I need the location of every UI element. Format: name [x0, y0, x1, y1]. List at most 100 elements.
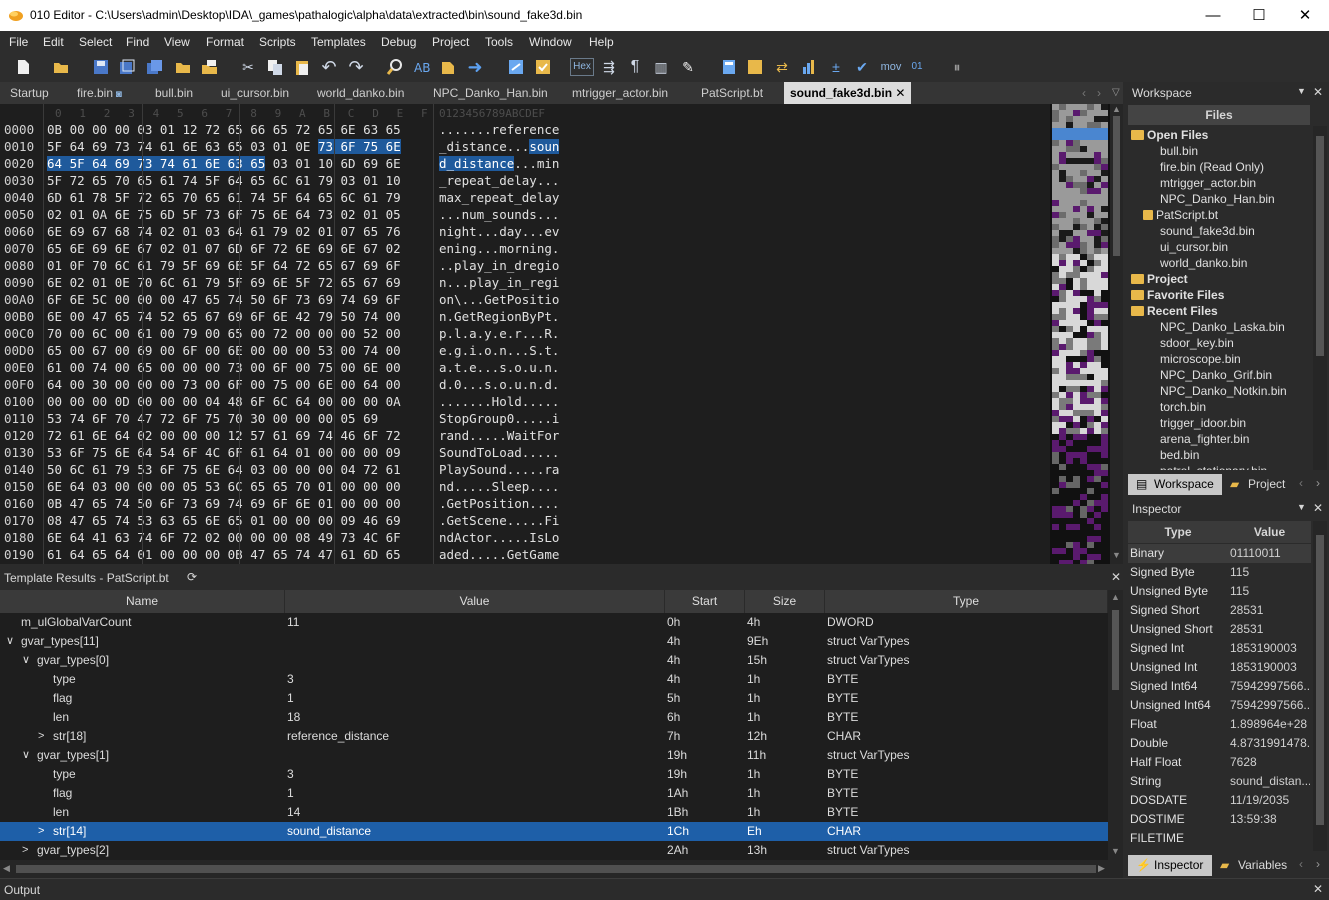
tab-variables[interactable]: ▰ Variables: [1212, 855, 1298, 876]
tree-file[interactable]: trigger_idoor.bin: [1160, 416, 1246, 430]
compare-icon[interactable]: [507, 58, 525, 76]
cut-icon[interactable]: ✂: [239, 58, 257, 76]
inspector-row[interactable]: Signed Int64 75942997566...: [1128, 677, 1311, 696]
column-start[interactable]: Start: [665, 590, 745, 613]
inspector-row[interactable]: Signed Int 1853190003: [1128, 639, 1311, 658]
expand-arrow-icon[interactable]: ∨: [6, 632, 14, 651]
menu-window[interactable]: Window: [529, 35, 572, 49]
scroll-left-icon[interactable]: ◀: [3, 863, 10, 874]
copy-icon[interactable]: [266, 58, 284, 76]
ascii-text[interactable]: max_repeat_delay: [439, 190, 559, 205]
scroll-thumb[interactable]: [1112, 610, 1119, 690]
close-tab-icon[interactable]: ✕: [895, 86, 905, 100]
menu-select[interactable]: Select: [79, 35, 112, 49]
expand-arrow-icon[interactable]: ∨: [22, 746, 30, 765]
ascii-text[interactable]: a.t.e...s.o.u.n.: [439, 360, 559, 375]
column-size[interactable]: Size: [745, 590, 825, 613]
expand-arrow-icon[interactable]: >: [38, 822, 44, 841]
menu-format[interactable]: Format: [206, 35, 244, 49]
highlight-icon[interactable]: ✎: [679, 58, 697, 76]
hex-bytes[interactable]: 6E 69 67 68 74 02 01 03 64 61 79 02 01 0…: [47, 224, 401, 239]
ascii-text[interactable]: nd.....Sleep....: [439, 479, 559, 494]
tree-file[interactable]: NPC_Danko_Han.bin: [1160, 192, 1275, 206]
scroll-up-icon[interactable]: ▲: [1112, 104, 1121, 114]
show-whitespace-icon[interactable]: ¶: [626, 58, 644, 76]
save-all-icon[interactable]: [146, 58, 164, 76]
hex-bytes[interactable]: 61 00 74 00 65 00 00 00 73 00 6F 00 75 0…: [47, 360, 401, 375]
column-value[interactable]: Value: [285, 590, 665, 613]
hex-bytes[interactable]: 53 74 6F 70 47 72 6F 75 70 30 00 00 00 0…: [47, 411, 378, 426]
tree-file[interactable]: ui_cursor.bin: [1160, 240, 1228, 254]
run-template-icon[interactable]: ✔: [853, 58, 871, 76]
inspector-col-value[interactable]: Value: [1228, 525, 1311, 539]
maximize-button[interactable]: ☐: [1236, 0, 1282, 31]
inspector-row[interactable]: Binary 01110011: [1128, 544, 1311, 563]
ascii-text[interactable]: StopGroup0.....i: [439, 411, 559, 426]
results-hscrollbar[interactable]: ◀ ▶: [0, 860, 1123, 878]
tabs-right-icon[interactable]: ›: [1316, 476, 1320, 490]
tree-file[interactable]: patrol_stationary.bin: [1160, 464, 1267, 470]
close-panel-icon[interactable]: ✕: [1111, 570, 1121, 584]
scroll-down-icon[interactable]: ▼: [1111, 846, 1120, 856]
open-project-icon[interactable]: [174, 58, 192, 76]
hex-bytes[interactable]: 6E 64 41 63 74 6F 72 02 00 00 00 08 49 7…: [47, 530, 401, 545]
tab-sound-fake3d[interactable]: sound_fake3d.bin ✕: [784, 82, 912, 104]
tabs-right-icon[interactable]: ›: [1316, 857, 1320, 871]
inspector-menu-icon[interactable]: ▼: [1297, 502, 1306, 512]
ascii-text[interactable]: ...num_sounds...: [439, 207, 559, 222]
hex-bytes[interactable]: 64 00 30 00 00 00 73 00 6F 00 75 00 6E 0…: [47, 377, 401, 392]
columns-icon[interactable]: ▥: [652, 58, 670, 76]
inspector-col-type[interactable]: Type: [1128, 525, 1228, 539]
hex-editor[interactable]: 0 1 2 3 4 5 6 7 8 9 A B C D E F 0123456789ABCDEF 0000 0B …: [0, 104, 1050, 564]
menu-view[interactable]: View: [164, 35, 190, 49]
ascii-text[interactable]: aded.....GetGame: [439, 547, 559, 562]
arithmetic-icon[interactable]: ±: [827, 58, 845, 76]
menu-templates[interactable]: Templates: [311, 35, 366, 49]
scroll-thumb[interactable]: [1113, 116, 1120, 256]
tabs-left-icon[interactable]: ‹: [1299, 476, 1303, 490]
close-workspace-icon[interactable]: ✕: [1313, 85, 1323, 99]
files-scrollbar[interactable]: [1313, 126, 1327, 470]
tab-bull[interactable]: bull.bin: [155, 82, 193, 104]
tab-world-danko[interactable]: world_danko.bin: [317, 82, 404, 104]
ascii-text[interactable]: night...day...ev: [439, 224, 559, 239]
tree-group[interactable]: Recent Files: [1131, 304, 1218, 318]
tree-group[interactable]: Open Files: [1131, 128, 1208, 142]
tree-file[interactable]: bed.bin: [1160, 448, 1199, 462]
template-row[interactable]: ∨ gvar_types[1] 19h 11h struct VarTypes: [0, 746, 1108, 765]
close-output-icon[interactable]: ✕: [1313, 882, 1323, 896]
expand-arrow-icon[interactable]: ∨: [22, 651, 30, 670]
histogram-icon[interactable]: [800, 58, 818, 76]
tab-workspace[interactable]: ▤ Workspace: [1128, 474, 1222, 495]
undo-icon[interactable]: ↶: [320, 58, 338, 76]
inspector-row[interactable]: Float 1.898964e+28: [1128, 715, 1311, 734]
hex-bytes[interactable]: 72 61 6E 64 02 00 00 00 12 57 61 69 74 4…: [47, 428, 401, 443]
tree-file[interactable]: mtrigger_actor.bin: [1160, 176, 1256, 190]
line-width-icon[interactable]: ⇶: [600, 58, 618, 76]
ascii-text[interactable]: SoundToLoad.....: [439, 445, 559, 460]
menu-help[interactable]: Help: [589, 35, 614, 49]
close-window-button[interactable]: ✕: [1282, 0, 1328, 31]
tree-file[interactable]: world_danko.bin: [1160, 256, 1247, 270]
hex-bytes[interactable]: 53 6F 75 6E 64 54 6F 4C 6F 61 64 01 00 0…: [47, 445, 401, 460]
inspector-row[interactable]: Signed Byte 115: [1128, 563, 1311, 582]
ascii-text[interactable]: .GetPosition....: [439, 496, 559, 511]
hex-bytes[interactable]: 08 47 65 74 53 63 65 6E 65 01 00 00 00 0…: [47, 513, 401, 528]
expand-arrow-icon[interactable]: >: [38, 727, 44, 746]
inspector-row[interactable]: DOSTIME 13:59:38: [1128, 810, 1311, 829]
close-inspector-icon[interactable]: ✕: [1313, 501, 1323, 515]
hex-bytes[interactable]: 70 00 6C 00 61 00 79 00 65 00 72 00 00 0…: [47, 326, 401, 341]
ascii-text[interactable]: _repeat_delay...: [439, 173, 559, 188]
menu-scripts[interactable]: Scripts: [259, 35, 296, 49]
redo-icon[interactable]: ↷: [347, 58, 365, 76]
tab-scroll-right-icon[interactable]: ›: [1097, 82, 1101, 104]
tab-mtrigger-actor[interactable]: mtrigger_actor.bin: [572, 82, 668, 104]
workspace-icon[interactable]: [201, 58, 219, 76]
template-row[interactable]: > str[18] reference_distance 7h 12h CHAR: [0, 727, 1108, 746]
hex-bytes[interactable]: 6E 64 03 00 00 00 05 53 6C 65 65 70 01 0…: [47, 479, 401, 494]
tab-startup[interactable]: Startup: [10, 82, 49, 104]
ascii-text[interactable]: p.l.a.y.e.r...R.: [439, 326, 559, 341]
inspector-row[interactable]: Unsigned Int64 75942997566...: [1128, 696, 1311, 715]
minimize-button[interactable]: —: [1190, 0, 1236, 31]
inspector-row[interactable]: Unsigned Int 1853190003: [1128, 658, 1311, 677]
